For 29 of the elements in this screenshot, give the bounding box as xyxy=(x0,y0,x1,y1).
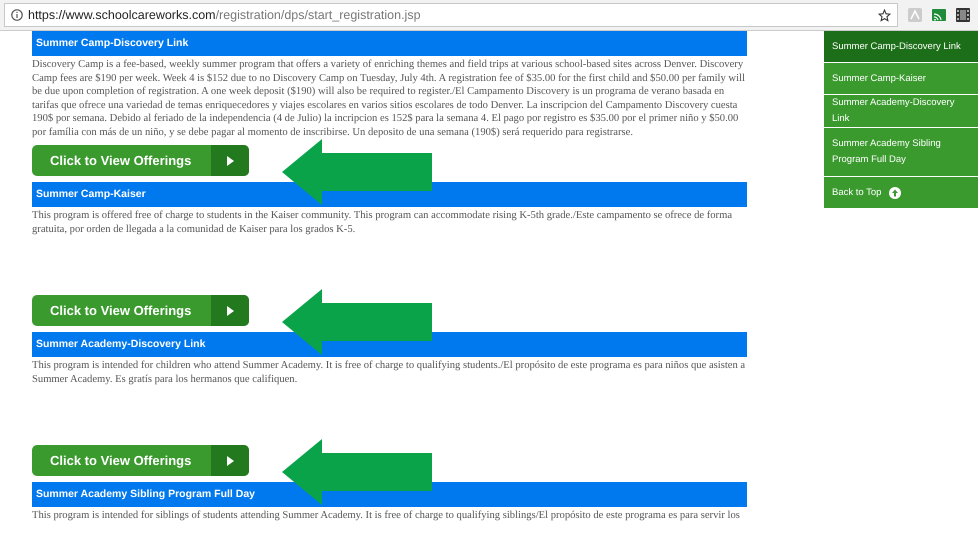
section-description: This program is offered free of charge to students in the Kaiser community. This program can accommodate rising K-5th grade./Este campamento se ofrece de forma gratuita, por orden de llegada a la comunidad de Kaiser para los grados K-5. xyxy=(32,209,734,236)
section-header: Summer Academy-Discovery Link xyxy=(32,332,747,357)
up-arrow-circle-icon xyxy=(889,186,902,198)
section-header: Summer Academy Sibling Program Full Day xyxy=(32,482,747,507)
sidebar-link[interactable]: Summer Camp-Kaiser xyxy=(824,63,978,95)
section-header: Summer Camp-Kaiser xyxy=(32,182,747,207)
film-icon[interactable] xyxy=(956,8,970,22)
url-text: https://www.schoolcareworks.com/registration/dps/start_registration.jsp xyxy=(28,8,422,22)
address-bar[interactable]: https://www.schoolcareworks.com/registration/dps/start_registration.jsp xyxy=(4,3,898,27)
bookmark-star-icon[interactable] xyxy=(878,8,891,22)
arrow-icon xyxy=(282,139,432,205)
section-description: This program is intended for children who attend Summer Academy. It is free of charge to qualifying students./El propósito de este programa es para niños que asisten a Summer Academy. Es gratís para los hermanos que califiquen. xyxy=(32,359,746,386)
play-triangle-icon xyxy=(226,156,234,166)
cast-icon[interactable] xyxy=(932,8,946,22)
sidebar-link[interactable]: Summer Camp-Discovery Link xyxy=(824,31,978,63)
arrow-icon xyxy=(282,289,432,355)
section-description: This program is intended for siblings of students attending Summer Academy. It is free of charge to qualifying siblings/El propósito de este programa es para servir los xyxy=(32,509,741,523)
view-offerings-button[interactable]: Click to View Offerings xyxy=(32,295,249,326)
view-offerings-button[interactable]: Click to View Offerings xyxy=(32,445,249,476)
play-triangle-icon xyxy=(226,456,234,466)
section-description: Discovery Camp is a fee-based, weekly summer program that offers a variety of enriching themes and field trips at various school-based sites across Denver. Discovery Camp fees are $190 per week. Week 4 is $152 due to no Discovery Camp on Tuesday, July 4th. A registration fee of $35.00 for the first child and $50.00 per family will be due upon completion of registration. A one week deposit ($190) will also be required to register./El Campamento Discovery is un programa de verano basada en tarifas que ofrece una variedad de temas enriquecedores y viajes escolares en varios sitios escolares de todo Denver. La inscripcion del Campamento Discovery cuesta 190$ por semana. Debido al feriado de la independencia (4 de Julio) la incripcion es 152$ para la semana 4. El pago por registro es $35.00 por el primer niño y $50.00 por família con más de un niño, y se debe pagar al momento de inscribirse. Un deposito de una semana (190$) será requerido para registrarse. xyxy=(32,58,746,139)
back-to-top-link[interactable]: Back to Top xyxy=(824,177,978,208)
view-offerings-button[interactable]: Click to View Offerings xyxy=(32,145,249,176)
section-header: Summer Camp-Discovery Link xyxy=(32,31,747,56)
info-icon[interactable] xyxy=(11,9,23,21)
arrow-icon xyxy=(282,439,432,505)
sidebar-link[interactable]: Summer Academy Sibling Program Full Day xyxy=(824,128,978,177)
play-triangle-icon xyxy=(226,306,234,316)
sidebar-link[interactable]: Summer Academy-Discovery Link xyxy=(824,95,978,128)
